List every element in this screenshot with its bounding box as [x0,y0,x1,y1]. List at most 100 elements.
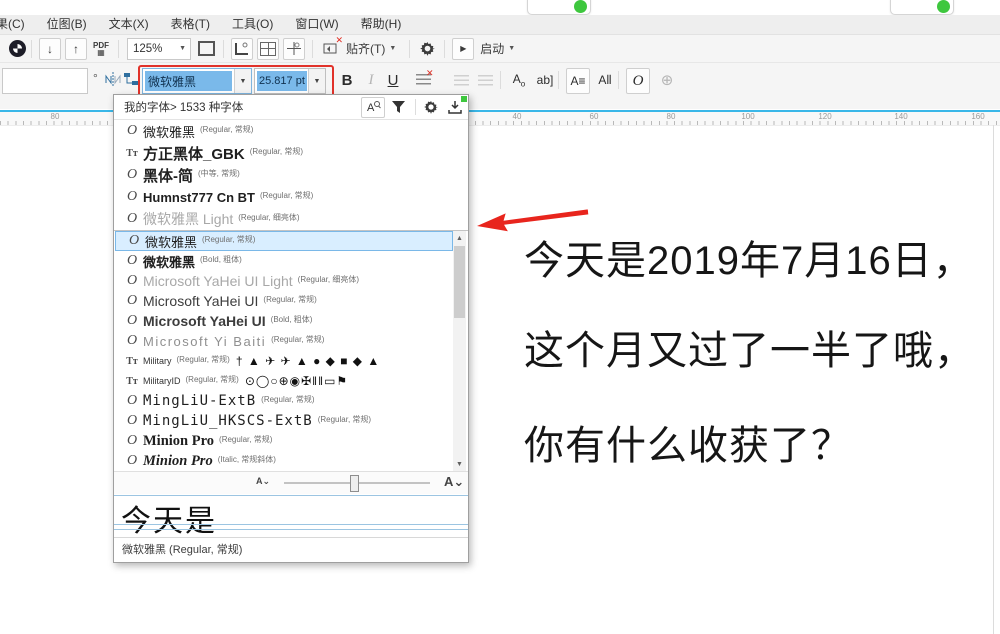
font-style-meta: (Regular, 常规) [260,190,313,201]
add-button[interactable]: ⊕ [656,68,678,92]
font-options-button[interactable] [420,98,442,117]
font-family-select[interactable]: 微软雅黑 ▼ [142,68,252,94]
outline-button[interactable]: O [626,68,650,94]
edit-text-button[interactable]: ab] [534,68,556,92]
font-row[interactable]: Tᴛ方正黑体_GBK(Regular, 常规) [114,142,468,164]
smaller-preview-icon[interactable]: A⌄ [256,476,270,487]
menu-item[interactable]: 位图(B) [36,15,98,34]
text-alignment-button[interactable]: ✕ [412,68,434,92]
canvas-text-line[interactable]: 你有什么收获了？ [524,413,852,471]
font-preview-pane: 今天是 [114,493,468,537]
chevron-down-icon[interactable]: ▼ [308,69,325,93]
app-launcher-icon[interactable] [9,40,26,57]
arrow-up-icon: ↑ [73,42,79,56]
font-family-value: 微软雅黑 [145,71,232,91]
font-name: 方正黑体_GBK [143,143,245,164]
ruler-label: 40 [513,112,522,121]
bulleted-list-button[interactable] [450,68,472,92]
a-lines-icon: A≡ [570,74,585,88]
scroll-up-button[interactable]: ▲ [453,231,466,245]
publish-pdf-button[interactable]: PDF▦ [91,39,111,59]
font-size-select[interactable]: 25.817 pt ▼ [254,68,326,94]
export-button[interactable]: ↑ [65,38,87,60]
canvas-text-line[interactable]: 今天是2019年7月16日， [524,228,974,286]
menu-item[interactable]: 工具(O) [221,15,284,34]
font-row[interactable]: OMinion Pro(Italic, 常规斜体) [114,451,454,471]
outline-o-icon: O [633,73,644,90]
font-name: Military [143,356,172,366]
chevron-down-icon: ▼ [504,45,519,52]
font-row[interactable]: OMinion Pro(Regular, 常规) [114,431,454,451]
opentype-icon: O [121,189,143,205]
drop-cap-button[interactable] [474,68,496,92]
font-row[interactable]: OMicrosoft YaHei UI Light(Regular, 细亮体) [114,271,454,291]
divider [409,40,410,58]
snap-off-button[interactable]: ✕ [320,39,340,59]
font-row[interactable]: OMicrosoft Yi Baiti(Regular, 常规) [114,331,454,351]
angle-input[interactable] [2,68,88,94]
font-row[interactable]: TᴛMilitaryID(Regular, 常规)⊙◯○⊕◉✠‖‖▭⚑ [114,371,454,391]
get-more-fonts-button[interactable] [444,98,466,117]
bold-button[interactable]: B [336,68,358,92]
font-preview-toggle[interactable]: A [361,97,385,118]
guide-line [114,529,468,530]
pdf-grid-icon: ▦ [97,49,105,56]
font-row[interactable]: O微软雅黑(Bold, 粗体) [114,251,454,271]
show-rulers-button[interactable] [231,38,253,60]
font-row[interactable]: O黑体-简(中等, 常规) [114,164,468,186]
interactive-spacing-button[interactable]: A⦀ [594,68,616,92]
font-style-meta: (Regular, 常规) [318,414,371,425]
larger-preview-icon[interactable]: A⌄ [444,474,464,490]
opentype-icon: O [121,123,143,139]
character-formatting-button[interactable]: Ao [508,68,530,92]
font-style-meta: (中等, 常规) [198,168,240,179]
font-row[interactable]: OMicrosoft YaHei UI(Bold, 粗体) [114,311,454,331]
font-name: MilitaryID [143,376,181,386]
snap-to-dropdown[interactable]: 贴齐(T) ▼ [344,39,402,59]
truetype-icon: Tᴛ [121,376,143,387]
scrollbar-thumb[interactable] [454,246,465,318]
canvas-text-line[interactable]: 这个月又过了一半了哦， [524,318,975,376]
font-list-dropdown: 我的字体> 1533 种字体 A O微软雅黑(Regular, 常规)Tᴛ方正黑… [113,94,469,563]
chevron-down-icon: ▼ [385,45,400,52]
show-grid-button[interactable] [257,38,279,60]
import-button[interactable]: ↓ [39,38,61,60]
font-filter-button[interactable] [387,98,409,117]
font-row[interactable]: OMingLiU-ExtB(Regular, 常规) [114,391,454,411]
mirror-text-button[interactable] [104,70,122,88]
options-button[interactable] [417,39,437,59]
text-properties-button[interactable]: A≡ [566,68,590,94]
menu-item[interactable]: 窗口(W) [284,15,349,34]
font-status-bar: 微软雅黑 (Regular, 常规) [114,537,468,560]
font-row[interactable]: O微软雅黑(Regular, 常规) [115,231,453,251]
ruler-label: 80 [667,112,676,121]
show-guidelines-button[interactable] [283,38,305,60]
italic-button[interactable]: I [360,68,382,92]
font-name: MingLiU-ExtB [143,393,256,409]
menu-item[interactable]: 文本(X) [98,15,160,34]
chevron-down-icon[interactable]: ▼ [234,69,251,93]
font-row[interactable]: OHumnst777 Cn BT(Regular, 常规) [114,186,468,208]
full-screen-preview-button[interactable] [196,39,216,59]
font-row[interactable]: OMingLiU_HKSCS-ExtB(Regular, 常规) [114,411,454,431]
menu-item[interactable]: 表格(T) [160,15,221,34]
opentype-icon: O [123,233,145,249]
launch-icon-button[interactable]: ▶ [452,38,474,60]
font-row[interactable]: O微软雅黑 Light(Regular, 细亮体) [114,208,468,230]
zoom-level-select[interactable]: 125% ▼ [127,38,191,60]
underline-button[interactable]: U [382,68,404,92]
font-row[interactable]: OMicrosoft YaHei UI(Regular, 常规) [114,291,454,311]
launch-dropdown[interactable]: 启动 ▼ [478,39,521,59]
window-fragment-badge [527,0,591,15]
fullscreen-icon [198,41,215,56]
menu-item[interactable]: 帮助(H) [350,15,413,34]
slider-thumb[interactable] [350,475,359,492]
menu-item[interactable]: 果(C) [0,15,36,34]
ruler-label: 140 [894,112,907,121]
font-row[interactable]: TᴛMilitary(Regular, 常规)† ▲ ✈ ✈ ▲ ● ◆ ■ ◆… [114,351,454,371]
font-style-meta: (Regular, 常规) [261,394,314,405]
font-row[interactable]: O微软雅黑(Regular, 常规) [114,120,468,142]
font-list-scrollbar[interactable]: ▲ ▼ [453,231,466,471]
plus-circle-icon: ⊕ [661,71,674,89]
scroll-down-button[interactable]: ▼ [453,457,466,471]
